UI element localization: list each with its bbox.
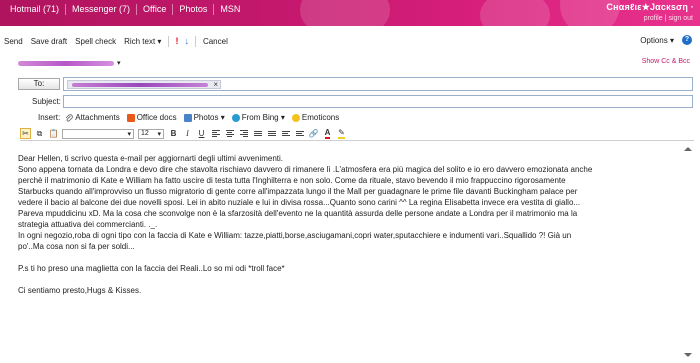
numbered-list-icon[interactable] bbox=[252, 128, 263, 139]
insert-bar: Insert: Attachments Office docs Photos ▾… bbox=[38, 112, 346, 123]
signout-link[interactable]: sign out bbox=[667, 15, 694, 22]
align-right-icon[interactable] bbox=[238, 128, 249, 139]
body-line: In ogni negozio,roba di ogni tipo con la… bbox=[18, 231, 572, 240]
link-icon[interactable]: 🔗 bbox=[308, 128, 319, 139]
help-icon[interactable]: ? bbox=[682, 35, 692, 45]
cut-icon[interactable]: ✂ bbox=[20, 128, 31, 139]
emoticons-button[interactable]: Emoticons bbox=[291, 113, 340, 122]
body-line: Pareva mpuddicinu xD. Ma la cosa che sco… bbox=[18, 209, 578, 218]
chevron-down-icon: ▾ bbox=[127, 130, 131, 138]
to-field[interactable]: × bbox=[63, 77, 693, 91]
top-navigation: Hotmail (71) Messenger (7) Office Photos… bbox=[4, 4, 246, 15]
attachments-label: Attachments bbox=[75, 113, 120, 122]
top-header-bar: Hotmail (71) Messenger (7) Office Photos… bbox=[0, 0, 700, 26]
body-line: po'..Ma cosa non si fa per soldi... bbox=[18, 242, 135, 251]
body-line: Dear Hellen, ti scrivo questa e-mail per… bbox=[18, 154, 284, 163]
scroll-down-icon[interactable] bbox=[684, 353, 692, 357]
show-cc-bcc-link[interactable]: Show Cc & Bcc bbox=[642, 58, 690, 65]
font-size-select[interactable]: 12 ▾ bbox=[138, 128, 164, 139]
cancel-button[interactable]: Cancel bbox=[199, 37, 232, 46]
from-bing-dropdown[interactable]: From Bing ▾ bbox=[231, 113, 285, 122]
outdent-icon[interactable] bbox=[280, 128, 291, 139]
body-line: Sono appena tornata da Londra e devo dir… bbox=[18, 165, 593, 174]
bullet-list-icon[interactable] bbox=[266, 128, 277, 139]
font-family-select[interactable]: ▾ bbox=[62, 128, 134, 139]
align-left-icon[interactable] bbox=[210, 128, 221, 139]
high-priority-icon[interactable]: ! bbox=[172, 36, 181, 46]
emoticons-label: Emoticons bbox=[301, 113, 340, 122]
paste-icon[interactable]: 📋 bbox=[48, 128, 59, 139]
body-line: Starbucks quando all'improvviso un fluss… bbox=[18, 187, 578, 196]
to-button[interactable]: To: bbox=[18, 78, 60, 90]
user-name[interactable]: Cнαяℓιε★Jαcкѕση · bbox=[606, 2, 694, 13]
photos-dropdown[interactable]: Photos ▾ bbox=[183, 113, 225, 122]
body-line: strategia attuativa dei commercianti. ._… bbox=[18, 220, 158, 229]
user-area: Cнαяℓιε★Jαcкѕση · profile | sign out bbox=[606, 2, 694, 22]
office-docs-label: Office docs bbox=[136, 113, 177, 122]
nav-office[interactable]: Office bbox=[137, 4, 174, 15]
align-center-icon[interactable] bbox=[224, 128, 235, 139]
attachments-button[interactable]: Attachments bbox=[65, 113, 120, 122]
spell-check-button[interactable]: Spell check bbox=[71, 37, 120, 46]
user-links: profile | sign out bbox=[606, 15, 694, 22]
command-bar-right: Options ▾ ? bbox=[636, 35, 692, 45]
redacted-recipient bbox=[72, 83, 208, 87]
body-line: vedere il bacio al balcone dei due novel… bbox=[18, 198, 581, 207]
toolbar-divider bbox=[194, 35, 196, 47]
low-priority-icon[interactable]: ↓ bbox=[181, 36, 192, 46]
nav-hotmail[interactable]: Hotmail (71) bbox=[4, 4, 67, 15]
save-draft-button[interactable]: Save draft bbox=[27, 37, 71, 46]
send-button[interactable]: Send bbox=[0, 37, 27, 46]
header-decoration bbox=[480, 0, 550, 26]
nav-photos[interactable]: Photos bbox=[173, 4, 215, 15]
smiley-icon bbox=[291, 113, 300, 122]
header-decoration bbox=[300, 0, 390, 26]
office-docs-button[interactable]: Office docs bbox=[126, 113, 177, 122]
format-toolbar: ✂ ⧉ 📋 ▾ 12 ▾ B I U 🔗 A ✎ bbox=[20, 127, 694, 141]
closing-line: Ci sentiamo presto,Hugs & Kisses. bbox=[18, 286, 142, 295]
chevron-down-icon: ▾ bbox=[117, 60, 121, 67]
highlight-icon[interactable]: ✎ bbox=[336, 128, 347, 139]
nav-messenger[interactable]: Messenger (7) bbox=[66, 4, 138, 15]
nav-msn[interactable]: MSN bbox=[214, 4, 246, 15]
underline-button[interactable]: U bbox=[196, 128, 207, 139]
options-dropdown[interactable]: Options ▾ bbox=[636, 36, 678, 45]
paperclip-icon bbox=[65, 113, 74, 122]
indent-icon[interactable] bbox=[294, 128, 305, 139]
body-line: perchè il matrimonio di Kate e William h… bbox=[18, 176, 566, 185]
subject-label: Subject: bbox=[32, 97, 61, 106]
photos-label: Photos ▾ bbox=[193, 113, 225, 122]
photo-icon bbox=[183, 113, 192, 122]
from-bing-label: From Bing ▾ bbox=[241, 113, 285, 122]
remove-recipient-icon[interactable]: × bbox=[213, 80, 218, 89]
insert-label: Insert: bbox=[38, 113, 61, 122]
chevron-down-icon: ▾ bbox=[157, 130, 161, 138]
bing-icon bbox=[231, 113, 240, 122]
postscript-line: P.s ti ho preso una maglietta con la fac… bbox=[18, 264, 285, 273]
from-address-selector[interactable]: ▾ bbox=[18, 58, 121, 68]
subject-input[interactable] bbox=[63, 95, 693, 108]
message-body[interactable]: Dear Hellen, ti scrivo questa e-mail per… bbox=[18, 153, 694, 296]
profile-link[interactable]: profile bbox=[643, 15, 664, 22]
bold-button[interactable]: B bbox=[168, 128, 179, 139]
font-size-value: 12 bbox=[141, 130, 149, 137]
redacted-from-address bbox=[18, 60, 114, 66]
rich-text-dropdown[interactable]: Rich text ▾ bbox=[120, 37, 165, 46]
office-icon bbox=[126, 113, 135, 122]
copy-icon[interactable]: ⧉ bbox=[34, 128, 45, 139]
body-scrollbar[interactable] bbox=[682, 145, 694, 359]
scroll-up-icon[interactable] bbox=[684, 147, 692, 151]
font-color-icon[interactable]: A bbox=[322, 128, 333, 139]
recipient-chip[interactable]: × bbox=[67, 80, 221, 89]
toolbar-divider bbox=[168, 35, 170, 47]
italic-button[interactable]: I bbox=[182, 128, 193, 139]
command-bar: Send Save draft Spell check Rich text ▾ … bbox=[0, 32, 700, 50]
